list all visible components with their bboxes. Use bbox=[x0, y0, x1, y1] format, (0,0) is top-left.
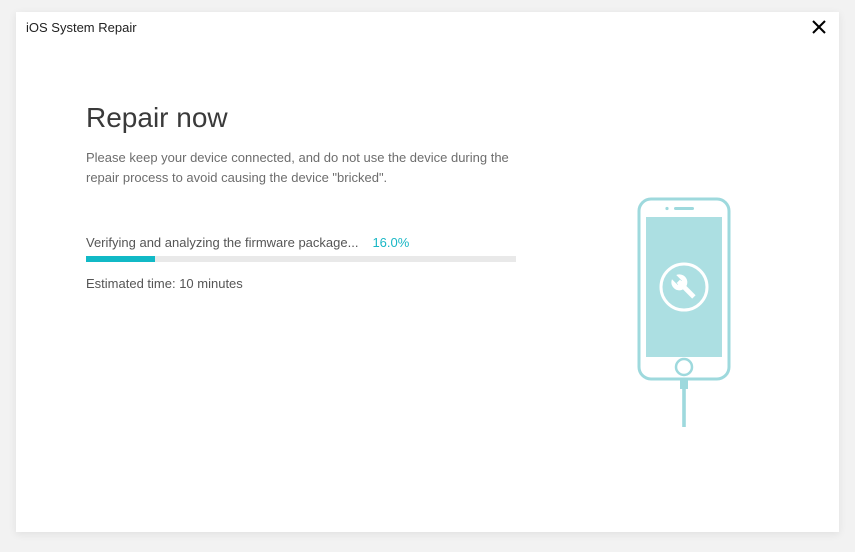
titlebar: iOS System Repair bbox=[16, 12, 839, 42]
progress-status-label: Verifying and analyzing the firmware pac… bbox=[86, 235, 358, 250]
page-heading: Repair now bbox=[86, 102, 769, 134]
progress-bar bbox=[86, 256, 516, 262]
close-button[interactable] bbox=[807, 15, 831, 39]
phone-repair-illustration bbox=[634, 197, 744, 432]
window-title: iOS System Repair bbox=[26, 20, 137, 35]
progress-percent: 16.0% bbox=[372, 235, 409, 250]
page-description: Please keep your device connected, and d… bbox=[86, 148, 516, 187]
progress-fill bbox=[86, 256, 155, 262]
close-icon bbox=[812, 20, 826, 34]
content-area: Repair now Please keep your device conne… bbox=[16, 42, 839, 532]
app-window: iOS System Repair Repair now Please keep… bbox=[16, 12, 839, 532]
